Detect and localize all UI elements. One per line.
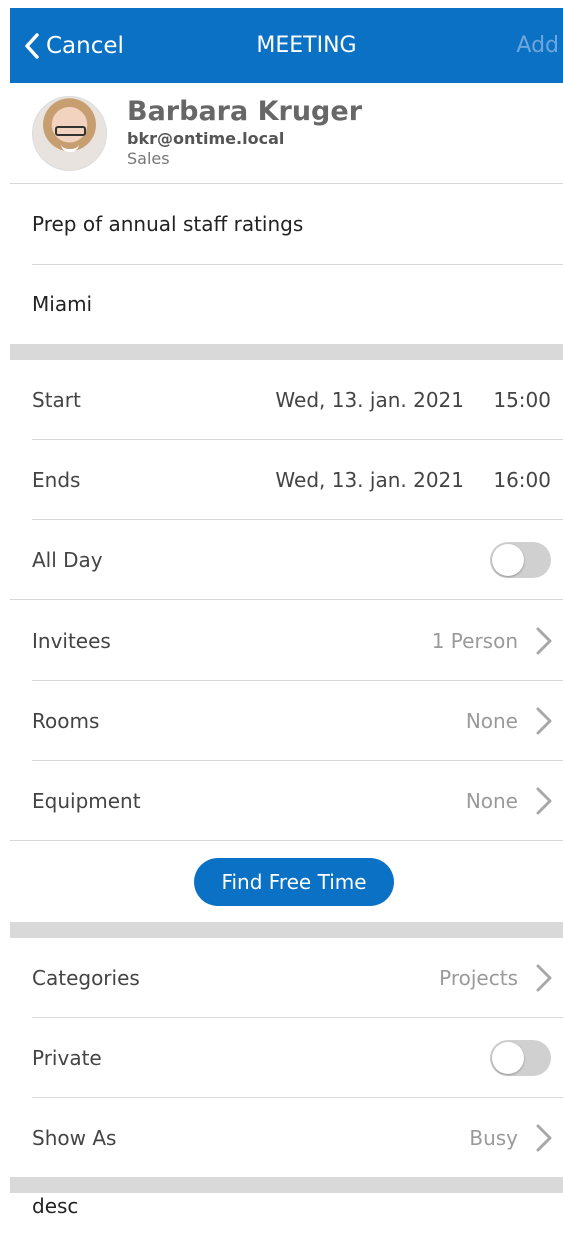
ends-label: Ends	[32, 468, 81, 492]
section-separator	[10, 344, 563, 360]
equipment-row[interactable]: Equipment None	[10, 761, 563, 841]
chevron-right-icon	[536, 964, 552, 992]
rooms-label: Rooms	[32, 709, 100, 733]
private-toggle[interactable]	[490, 1040, 551, 1076]
toggle-knob	[492, 544, 524, 576]
all-day-label: All Day	[32, 548, 103, 572]
equipment-label: Equipment	[32, 789, 141, 813]
location-field[interactable]: Miami	[32, 264, 92, 344]
avatar	[32, 96, 107, 171]
subject-field[interactable]: Prep of annual staff ratings	[32, 184, 303, 264]
organizer-name: Barbara Kruger	[127, 96, 363, 127]
section-separator	[10, 1177, 563, 1193]
rooms-row[interactable]: Rooms None	[10, 681, 563, 761]
avatar-smile	[61, 144, 79, 152]
start-time[interactable]: 15:00	[493, 360, 551, 440]
show-as-value: Busy	[469, 1126, 518, 1150]
show-as-label: Show As	[32, 1126, 117, 1150]
add-button[interactable]: Add	[516, 8, 559, 83]
chevron-right-icon	[536, 707, 552, 735]
equipment-value: None	[465, 789, 518, 813]
cancel-label: Cancel	[46, 32, 124, 59]
find-free-time-button[interactable]: Find Free Time	[194, 858, 394, 906]
private-row: Private	[10, 1018, 563, 1098]
invitees-value: 1 Person	[431, 629, 518, 653]
all-day-toggle[interactable]	[490, 542, 551, 578]
chevron-right-icon	[536, 1124, 552, 1152]
ends-date[interactable]: Wed, 13. jan. 2021	[275, 440, 464, 520]
start-date[interactable]: Wed, 13. jan. 2021	[275, 360, 464, 440]
categories-row[interactable]: Categories Projects	[10, 938, 563, 1018]
start-row[interactable]: Start Wed, 13. jan. 2021 15:00	[10, 360, 563, 440]
organizer-email: bkr@ontime.local	[127, 129, 285, 148]
private-label: Private	[32, 1046, 102, 1070]
find-free-time-section: Find Free Time	[10, 841, 563, 921]
avatar-glasses	[55, 126, 86, 136]
chevron-right-icon	[536, 787, 552, 815]
invitees-row[interactable]: Invitees 1 Person	[10, 601, 563, 681]
divider	[32, 264, 563, 265]
invitees-label: Invitees	[32, 629, 111, 653]
categories-value: Projects	[439, 966, 518, 990]
chevron-right-icon	[536, 627, 552, 655]
categories-label: Categories	[32, 966, 140, 990]
section-separator	[10, 922, 563, 938]
ends-time[interactable]: 16:00	[493, 440, 551, 520]
top-bar: Cancel MEETING Add	[10, 8, 563, 83]
description-field[interactable]: desc	[32, 1194, 78, 1218]
toggle-knob	[492, 1042, 524, 1074]
all-day-row: All Day	[10, 520, 563, 600]
rooms-value: None	[465, 709, 518, 733]
cancel-button[interactable]: Cancel	[24, 8, 124, 83]
organizer-department: Sales	[127, 149, 170, 168]
divider	[10, 599, 563, 600]
show-as-row[interactable]: Show As Busy	[10, 1098, 563, 1178]
organizer-profile: Barbara Kruger bkr@ontime.local Sales	[10, 83, 563, 184]
start-label: Start	[32, 388, 81, 412]
chevron-left-icon	[25, 32, 39, 59]
ends-row[interactable]: Ends Wed, 13. jan. 2021 16:00	[10, 440, 563, 520]
